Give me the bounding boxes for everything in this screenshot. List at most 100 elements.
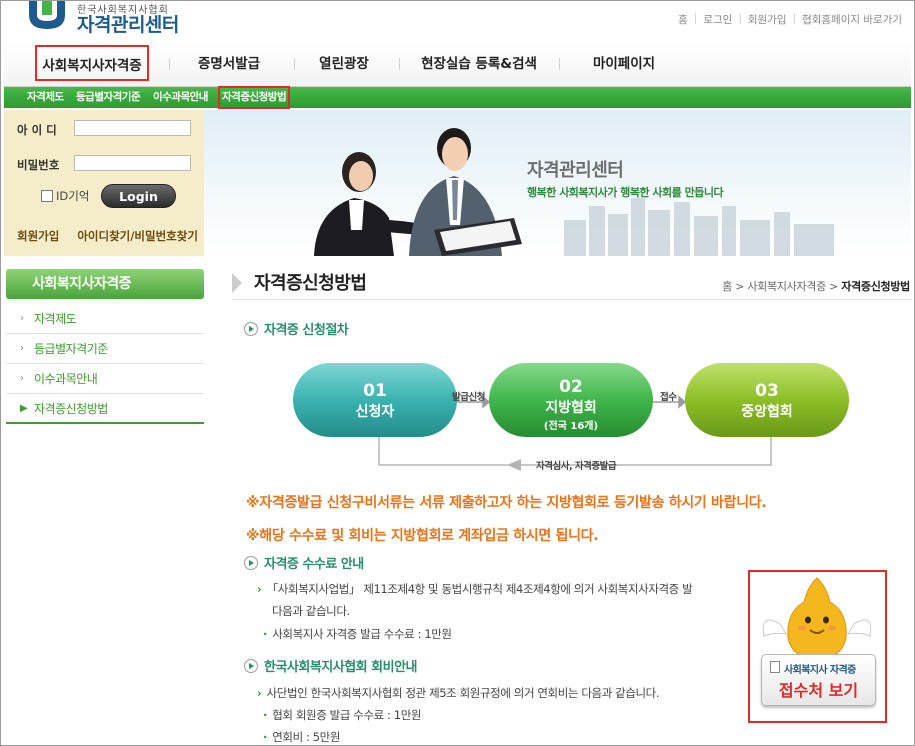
- membership-item-text: 연회비 : 5만원: [272, 730, 341, 744]
- fee-item: · 사회복지사 자격증 발급 수수료 : 1만원: [263, 626, 452, 642]
- util-login-link[interactable]: 로그인: [703, 12, 732, 27]
- sidebar-item-label: 이수과목안내: [34, 372, 98, 386]
- password-label: 비밀번호: [17, 158, 60, 172]
- logo-mark-icon: [29, 1, 65, 29]
- util-signup-link[interactable]: 회원가입: [748, 12, 787, 27]
- sidebar-item-apply-method[interactable]: ▶ 자격증신청방법: [6, 394, 204, 424]
- util-home-link[interactable]: 홈: [678, 12, 688, 27]
- util-divider: |: [693, 12, 698, 24]
- chevron-right-icon: ›: [20, 313, 24, 324]
- step-number: 01: [363, 381, 387, 401]
- gnb-item-issuance[interactable]: 증명서발급: [179, 41, 279, 87]
- step-label: 신청자: [355, 404, 395, 420]
- step-sub-label: (전국 16개): [543, 421, 599, 432]
- triangle-right-icon: ▶: [20, 403, 28, 414]
- gnb-divider: [399, 58, 400, 70]
- hero-banner: 자격관리센터 행복한 사회복지사가 행복한 사회를 만듭니다: [204, 110, 911, 256]
- sidebar-item-system[interactable]: › 자격제도: [6, 304, 204, 334]
- logo-org-big: 자격관리센터: [77, 14, 179, 36]
- login-button[interactable]: Login: [101, 184, 176, 208]
- banner-subtitle: 행복한 사회복지사가 행복한 사회를 만듭니다: [527, 186, 724, 199]
- gnb-item-mypage[interactable]: 마이페이지: [569, 41, 679, 87]
- breadcrumb-parent[interactable]: 사회복지사자격증: [747, 280, 826, 293]
- circle-arrow-icon: [244, 555, 258, 570]
- notice-documents: ※자격증발급 신청구비서류는 서류 제출하고자 하는 지방협회로 등기발송 하시…: [246, 495, 767, 511]
- breadcrumb: 홈 > 사회복지사자격증 > 자격증신청방법: [722, 278, 910, 294]
- remember-id-label: ID기억: [56, 189, 90, 203]
- sidebar-item-label: 등급별자격기준: [34, 342, 108, 356]
- membership-heading-text: 한국사회복지사협회 회비안내: [264, 660, 418, 675]
- reception-box: 사회복지사 자격증 접수처 보기: [748, 570, 887, 723]
- banner-title: 자격관리센터: [527, 160, 624, 181]
- step-1: 01 신청자: [293, 381, 457, 421]
- step-number: 02: [559, 377, 583, 397]
- document-icon: [770, 661, 780, 673]
- site-logo[interactable]: 한국사회복지사협회 자격관리센터: [25, 1, 195, 36]
- sidebar-item-label: 자격제도: [34, 312, 77, 326]
- return-label: 자격심사, 자격증발급: [536, 461, 617, 472]
- breadcrumb-sep: >: [829, 280, 839, 293]
- reception-button-top: 사회복지사 자격증: [784, 665, 856, 676]
- util-divider: |: [792, 12, 797, 24]
- breadcrumb-current: 자격증신청방법: [841, 280, 910, 293]
- gnb-divider: [559, 58, 560, 70]
- main-navigation: 사회복지사자격증 증명서발급 열린광장 현장실습 등록&검색 마이페이지: [4, 41, 911, 87]
- circle-arrow-icon: [244, 321, 258, 336]
- arrow-label-apply: 발급신청: [452, 392, 485, 403]
- title-arrow-icon: [232, 273, 242, 293]
- lnb-item-system[interactable]: 자격제도: [27, 87, 64, 108]
- membership-item: · 협회 회원증 발급 수수료 : 1만원: [263, 707, 421, 723]
- circle-arrow-icon: [244, 658, 258, 673]
- gnb-item-practicum[interactable]: 현장실습 등록&검색: [409, 41, 549, 87]
- membership-text: 사단법인 한국사회복지사협회 정관 제5조 회원규정에 의거 연회비는 다음과 …: [266, 686, 660, 700]
- gnb-item-certificate[interactable]: 사회복지사자격증: [35, 45, 149, 81]
- fee-text-line: › 「사회복지사업법」 제11조제4항 및 동법시행규칙 제4조제4항에 의거 …: [257, 581, 693, 597]
- sidebar-item-criteria[interactable]: › 등급별자격기준: [6, 334, 204, 364]
- bullet-icon: ·: [263, 627, 267, 641]
- step-3: 03 중앙협회: [685, 381, 849, 421]
- sidebar-menu: › 자격제도 › 등급별자격기준 › 이수과목안내 ▶ 자격증신청방법: [6, 304, 204, 424]
- banner-illustration: [314, 128, 834, 256]
- reception-button-label: 접수처 보기: [778, 681, 859, 700]
- membership-item-text: 협회 회원증 발급 수수료 : 1만원: [272, 708, 422, 722]
- breadcrumb-home[interactable]: 홈: [722, 280, 732, 293]
- login-box: 아 이 디 비밀번호 ID기억 Login 회원가입 아이디찾기/비밀번호찾기: [4, 110, 204, 256]
- mascot-icon: [762, 577, 872, 661]
- membership-heading: 한국사회복지사협회 회비안내: [244, 656, 418, 675]
- step-number: 03: [755, 381, 779, 401]
- id-label: 아 이 디: [17, 123, 57, 137]
- process-heading: 자격증 신청절차: [244, 319, 349, 338]
- fee-heading-text: 자격증 수수료 안내: [264, 557, 364, 572]
- lnb-item-apply-method[interactable]: 자격증신청방법: [217, 86, 291, 109]
- sidebar-item-label: 자격증신청방법: [34, 402, 108, 416]
- title-divider: [232, 299, 912, 300]
- step-label: 지방협회: [545, 400, 597, 416]
- chevron-right-icon: ›: [20, 373, 24, 384]
- view-reception-button[interactable]: 사회복지사 자격증 접수처 보기: [761, 654, 876, 706]
- notice-payment: ※해당 수수료 및 회비는 지방협회로 계좌입금 하시면 됩니다.: [246, 528, 599, 544]
- bullet-icon: ›: [257, 582, 262, 596]
- login-links: 회원가입 아이디찾기/비밀번호찾기: [17, 228, 198, 244]
- id-input[interactable]: [74, 120, 191, 136]
- utility-links: 홈 | 로그인 | 회원가입 | 협회홈페이지 바로가기: [678, 12, 902, 27]
- util-divider: |: [738, 12, 742, 24]
- sub-navigation: 자격제도 등급별자격기준 이수과목안내 자격증신청방법: [4, 86, 911, 109]
- page-title: 자격증신청방법: [254, 273, 367, 294]
- find-account-link[interactable]: 아이디찾기/비밀번호찾기: [77, 228, 198, 244]
- fee-heading: 자격증 수수료 안내: [244, 553, 364, 572]
- bullet-icon: ·: [263, 730, 267, 744]
- gnb-item-open-forum[interactable]: 열린광장: [304, 41, 384, 87]
- signup-link[interactable]: 회원가입: [17, 228, 59, 244]
- password-input[interactable]: [74, 155, 191, 171]
- remember-id[interactable]: ID기억: [41, 188, 89, 204]
- membership-text-line: › 사단법인 한국사회복지사협회 정관 제5조 회원규정에 의거 연회비는 다음…: [257, 685, 660, 701]
- gnb-divider: [169, 58, 170, 70]
- sidebar-item-courses[interactable]: › 이수과목안내: [6, 364, 204, 394]
- lnb-item-criteria[interactable]: 등급별자격기준: [76, 87, 141, 108]
- page-frame: 한국사회복지사협회 자격관리센터 홈 | 로그인 | 회원가입 | 협회홈페이지…: [0, 0, 915, 746]
- fee-text: 「사회복지사업법」 제11조제4항 및 동법시행규칙 제4조제4항에 의거 사회…: [266, 582, 693, 596]
- remember-id-checkbox[interactable]: [41, 190, 53, 202]
- sidebar-title: 사회복지사자격증: [6, 269, 204, 299]
- util-association-link[interactable]: 협회홈페이지 바로가기: [802, 12, 902, 27]
- lnb-item-courses[interactable]: 이수과목안내: [153, 87, 208, 108]
